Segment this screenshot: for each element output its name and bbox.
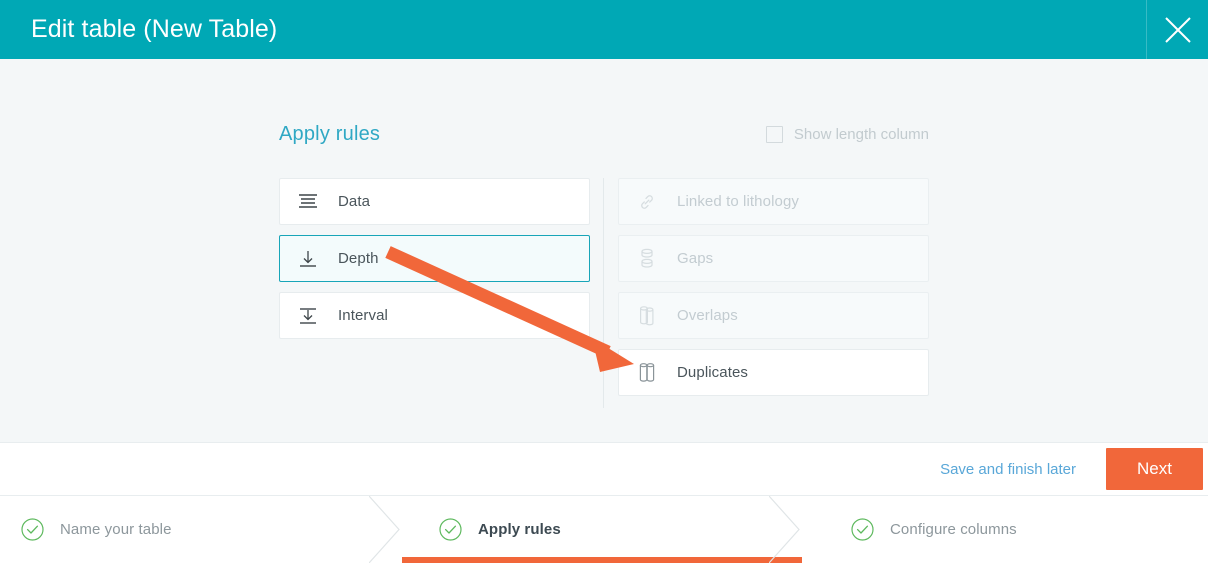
- dialog-header: Edit table (New Table): [0, 0, 1208, 59]
- page-title: Edit table (New Table): [31, 15, 278, 43]
- rule-label: Linked to lithology: [677, 193, 799, 210]
- save-and-finish-later-link[interactable]: Save and finish later: [940, 461, 1076, 478]
- dialog-body: Apply rules Show length column Data Dept…: [0, 59, 1208, 442]
- rule-item-duplicates[interactable]: Duplicates: [618, 349, 929, 396]
- dialog-action-bar: Save and finish later Next: [0, 442, 1208, 496]
- apply-rules-panel: Apply rules Show length column Data Dept…: [279, 121, 929, 408]
- step-content: Configure columns: [802, 517, 1017, 542]
- step-label: Name your table: [60, 521, 172, 538]
- check-circle-icon: [438, 517, 463, 542]
- interval-arrow-icon: [298, 305, 318, 327]
- rule-label: Overlaps: [677, 307, 738, 324]
- stepper-item-apply-rules[interactable]: Apply rules: [402, 495, 803, 563]
- rule-item-data[interactable]: Data: [279, 178, 590, 225]
- link-icon: [637, 191, 657, 213]
- rule-label: Depth: [338, 250, 379, 267]
- step-label: Apply rules: [478, 521, 561, 538]
- duplicate-cylinders-icon: [637, 362, 657, 384]
- wizard-stepper: Name your table Apply rules Configure co…: [0, 495, 1208, 563]
- depth-arrow-icon: [298, 248, 318, 270]
- stacked-cylinders-icon: [637, 248, 657, 270]
- rule-label: Duplicates: [677, 364, 749, 381]
- stepper-item-configure-columns[interactable]: Configure columns: [802, 496, 1208, 563]
- edit-table-dialog: Edit table (New Table) Apply rules Show …: [0, 0, 1208, 563]
- rule-item-gaps: Gaps: [618, 235, 929, 282]
- active-step-indicator: [402, 557, 802, 563]
- checkbox-label: Show length column: [793, 125, 929, 143]
- check-circle-icon: [850, 517, 875, 542]
- panel-header: Apply rules Show length column: [279, 121, 929, 147]
- show-length-column-checkbox[interactable]: Show length column: [765, 125, 929, 143]
- next-button[interactable]: Next: [1106, 448, 1203, 490]
- rule-item-overlaps: Overlaps: [618, 292, 929, 339]
- step-label: Configure columns: [890, 521, 1017, 538]
- chevron-right-icon: [368, 495, 403, 563]
- rule-item-linked-to-lithology: Linked to lithology: [618, 178, 929, 225]
- step-content: Name your table: [0, 517, 172, 542]
- check-circle-icon: [20, 517, 45, 542]
- close-icon: [1163, 15, 1193, 45]
- lines-icon: [298, 191, 318, 213]
- rule-item-interval[interactable]: Interval: [279, 292, 590, 339]
- rule-label: Gaps: [677, 250, 714, 267]
- step-content: Apply rules: [402, 517, 561, 542]
- close-button[interactable]: [1147, 0, 1208, 59]
- columns-divider: [603, 178, 604, 408]
- chevron-right-icon: [768, 495, 803, 563]
- stepper-item-name-your-table[interactable]: Name your table: [0, 495, 403, 563]
- section-title: Apply rules: [279, 122, 381, 145]
- rule-label: Data: [338, 193, 371, 210]
- overlap-cylinders-icon: [637, 305, 657, 327]
- rule-label: Interval: [338, 307, 388, 324]
- rules-column-left: Data Depth Interval: [279, 178, 590, 349]
- checkbox-box[interactable]: [765, 125, 783, 143]
- rule-item-depth[interactable]: Depth: [279, 235, 590, 282]
- rules-column-right: Linked to lithology Gaps Overlaps Duplic…: [618, 178, 929, 406]
- rules-columns: Data Depth Interval Linked to lithology …: [279, 178, 929, 408]
- header-right-group: [1146, 0, 1208, 59]
